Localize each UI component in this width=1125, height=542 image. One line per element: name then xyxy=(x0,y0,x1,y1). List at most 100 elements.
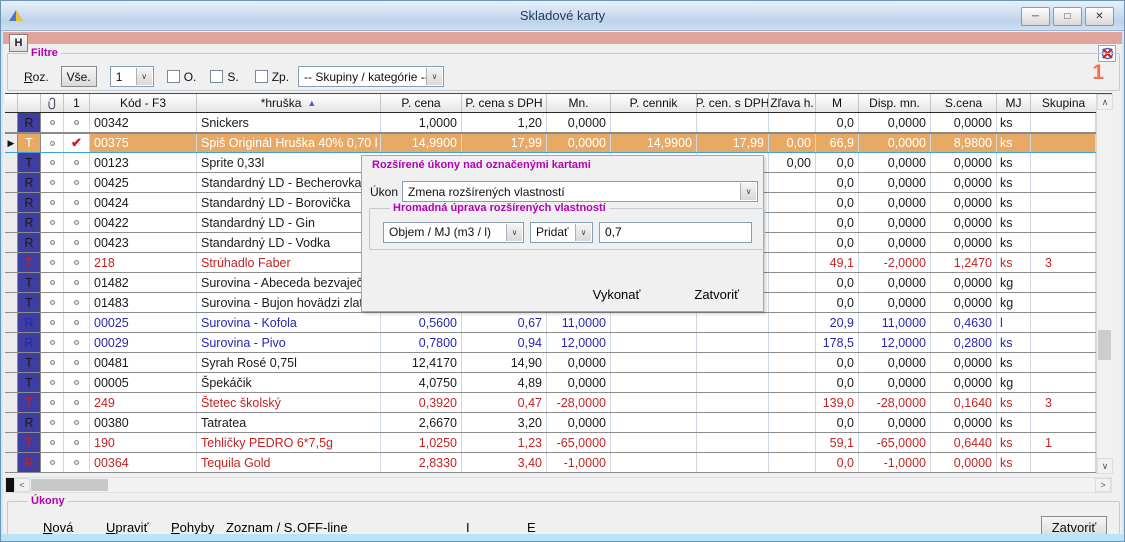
scroll-left-button[interactable]: < xyxy=(14,478,30,492)
header-s-cena[interactable]: S.cena xyxy=(931,94,997,112)
dialog-zatvorit-button[interactable]: Zatvoriť xyxy=(688,286,745,303)
cell-chk xyxy=(64,213,90,232)
cell-sel xyxy=(5,373,18,392)
header-disp-mn[interactable]: Disp. mn. xyxy=(859,94,931,112)
cell-m: 0,0 xyxy=(816,113,859,132)
record-dot-icon xyxy=(50,300,55,305)
scroll-down-button[interactable]: ∨ xyxy=(1097,458,1113,474)
cell-mn: 0,0000 xyxy=(547,134,611,152)
groups-combobox[interactable]: -- Skupiny / kategórie -- ∨ xyxy=(298,66,444,87)
cell-letter: T xyxy=(18,134,41,152)
header-letter xyxy=(18,94,41,112)
cell-clip xyxy=(41,353,64,372)
cell-clip xyxy=(41,213,64,232)
current-row-icon: ▶ xyxy=(8,138,15,149)
property-combobox[interactable]: Objem / MJ (m3 / l) ∨ xyxy=(383,222,524,243)
horizontal-scroll-thumb[interactable] xyxy=(31,479,108,491)
cell-sel xyxy=(5,353,18,372)
record-dot-icon xyxy=(50,340,55,345)
cell-name: Standardný LD - Borovička xyxy=(197,193,381,212)
titlebar[interactable]: Skladové karty ─ □ ✕ xyxy=(1,1,1124,31)
header-zlava-h[interactable]: Zľava h. xyxy=(769,94,816,112)
cell-sel xyxy=(5,173,18,192)
table-row[interactable]: T190Tehličky PEDRO 6*7,5g1,02501,23-65,0… xyxy=(5,433,1112,453)
cell-disp_mn: 0,0000 xyxy=(859,193,931,212)
cell-name: Standardný LD - Vodka xyxy=(197,233,381,252)
header-p-cennik[interactable]: P. cennik xyxy=(611,94,697,112)
cell-sel xyxy=(5,313,18,332)
cell-zlava_h xyxy=(769,353,816,372)
header-one[interactable]: 1 xyxy=(64,94,90,112)
table-row[interactable]: R00380Tatratea2,66703,200,00000,00,00000… xyxy=(5,413,1112,433)
horizontal-scrollbar[interactable]: < > xyxy=(5,477,1112,493)
cell-sel xyxy=(5,393,18,412)
dropdown-icon: ∨ xyxy=(506,224,522,241)
vse-button[interactable]: Vše. xyxy=(61,66,97,87)
cell-p_cena: 12,4170 xyxy=(381,353,462,372)
checkbox-zp[interactable]: Zp. xyxy=(255,70,289,84)
header-code[interactable]: Kód - F3 xyxy=(90,94,197,112)
vertical-scroll-thumb[interactable] xyxy=(1098,330,1111,360)
cell-p_cena: 1,0000 xyxy=(381,113,462,132)
table-row[interactable]: T00481Syrah Rosé 0,75l12,417014,900,0000… xyxy=(5,353,1112,373)
count-combobox[interactable]: 1 ∨ xyxy=(110,66,154,87)
dialog-value-input[interactable] xyxy=(599,222,752,243)
table-row[interactable]: T249Štetec školský0,39200,47-28,0000139,… xyxy=(5,393,1112,413)
header-p-cena[interactable]: P. cena xyxy=(381,94,462,112)
scroll-up-button[interactable]: ∧ xyxy=(1097,94,1113,110)
cell-m: 0,0 xyxy=(816,273,859,292)
record-dot-icon xyxy=(74,320,79,325)
table-row[interactable]: T00005Špekáčik4,07504,890,00000,00,00000… xyxy=(5,373,1112,393)
cell-letter: T xyxy=(18,393,41,412)
header-mn[interactable]: Mn. xyxy=(547,94,611,112)
cell-chk: ✔ xyxy=(64,134,90,152)
header-m[interactable]: M xyxy=(816,94,859,112)
cell-chk xyxy=(64,173,90,192)
scroll-down-icon: ∨ xyxy=(1102,461,1109,472)
table-row[interactable]: R00025Surovina - Kofola0,56000,6711,0000… xyxy=(5,313,1112,333)
cell-skupina xyxy=(1031,173,1096,192)
filters-groupbox: Filtre Roz. Vše. 1 ∨ O. S. Zp. -- Skupin… xyxy=(7,47,1120,91)
scroll-right-button[interactable]: > xyxy=(1095,478,1111,492)
operation-combobox[interactable]: Pridať ∨ xyxy=(530,222,593,243)
cell-chk xyxy=(64,393,90,412)
header-name[interactable]: *hruška ▲ xyxy=(197,94,381,112)
close-icon: ✕ xyxy=(1095,12,1103,22)
record-dot-icon xyxy=(74,340,79,345)
paperclip-icon xyxy=(48,97,57,110)
header-attachment[interactable] xyxy=(41,94,64,112)
table-row[interactable]: R00029Surovina - Pivo0,78000,9412,000017… xyxy=(5,333,1112,353)
header-skupina[interactable]: Skupina xyxy=(1031,94,1096,112)
maximize-button[interactable]: □ xyxy=(1053,7,1082,26)
table-row[interactable]: R00364Tequila Gold2,83303,40-1,00000,0-1… xyxy=(5,453,1112,473)
cell-p_cena: 14,9900 xyxy=(381,134,462,152)
cell-name: Strúhadlo Faber xyxy=(197,253,381,272)
cell-clip xyxy=(41,433,64,452)
header-p-cen-s-dph[interactable]: P. cen. s DPH xyxy=(697,94,769,112)
cell-mj: ks xyxy=(997,153,1031,172)
cell-clip xyxy=(41,233,64,252)
fixed-column-grip[interactable] xyxy=(6,478,14,492)
record-dot-icon xyxy=(50,180,55,185)
close-button[interactable]: ✕ xyxy=(1085,7,1114,26)
cell-disp_mn: 0,0000 xyxy=(859,213,931,232)
checkbox-s[interactable]: S. xyxy=(210,70,238,84)
cell-zlava_h xyxy=(769,173,816,192)
checkbox-o[interactable]: O. xyxy=(167,70,197,84)
header-mj[interactable]: MJ xyxy=(997,94,1031,112)
cell-name: Spiš Originál Hruška 40% 0,70 l xyxy=(197,134,381,152)
cell-sel xyxy=(5,213,18,232)
table-row[interactable]: ▶T✔00375Spiš Originál Hruška 40% 0,70 l1… xyxy=(5,133,1112,153)
minimize-icon: ─ xyxy=(1032,12,1039,22)
table-row[interactable]: R00342Snickers1,00001,200,00000,00,00000… xyxy=(5,113,1112,133)
ukon-combobox[interactable]: Zmena rozšírených vlastností ∨ xyxy=(402,181,758,202)
minimize-button[interactable]: ─ xyxy=(1021,7,1050,26)
cell-p_cen_s_dph xyxy=(697,353,769,372)
vertical-scrollbar[interactable]: ∧ ∨ xyxy=(1096,94,1112,474)
header-p-cena-s-dph[interactable]: P. cena s DPH xyxy=(462,94,547,112)
cell-letter: T xyxy=(18,153,41,172)
cell-code: 249 xyxy=(90,393,197,412)
vykonat-button[interactable]: Vykonať xyxy=(587,286,647,303)
cell-zlava_h xyxy=(769,213,816,232)
cell-p_cennik xyxy=(611,433,697,452)
